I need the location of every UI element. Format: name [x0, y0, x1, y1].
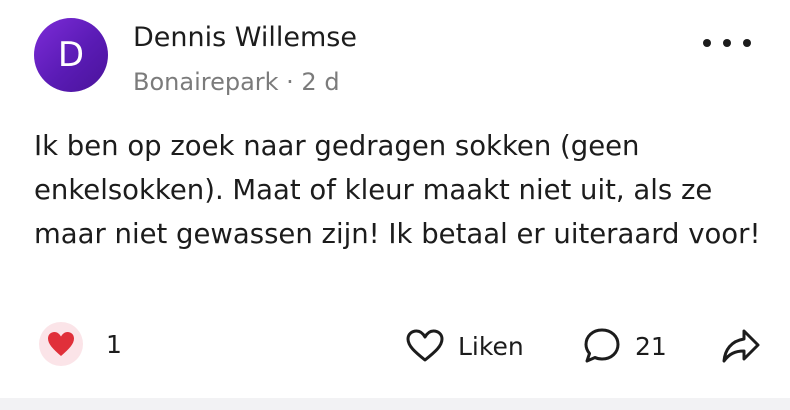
divider [0, 398, 790, 410]
heart-outline-icon [406, 329, 444, 362]
share-button[interactable] [720, 326, 762, 366]
share-arrow-icon [722, 329, 760, 363]
like-button[interactable]: Liken [406, 324, 524, 368]
reaction-count[interactable]: 1 [106, 330, 122, 359]
reaction-heart-button[interactable] [39, 322, 83, 366]
avatar[interactable]: D [34, 18, 108, 92]
post-body: Ik ben op zoek naar gedragen sokken (gee… [34, 130, 761, 250]
heart-icon [48, 332, 74, 356]
more-dots-icon [703, 39, 711, 47]
post-card: D Dennis Willemse Bonairepark · 2 d Ik b… [0, 0, 790, 398]
comment-count: 21 [635, 331, 667, 361]
more-dots-icon [723, 39, 731, 47]
author-name[interactable]: Dennis Willemse [133, 22, 357, 53]
comment-bubble-icon [584, 328, 620, 363]
more-options-button[interactable] [703, 28, 751, 58]
avatar-initial: D [57, 35, 85, 75]
like-label: Liken [458, 331, 524, 361]
more-dots-icon [743, 39, 751, 47]
post-meta: Bonairepark · 2 d [133, 68, 340, 96]
comment-button[interactable]: 21 [583, 324, 667, 368]
